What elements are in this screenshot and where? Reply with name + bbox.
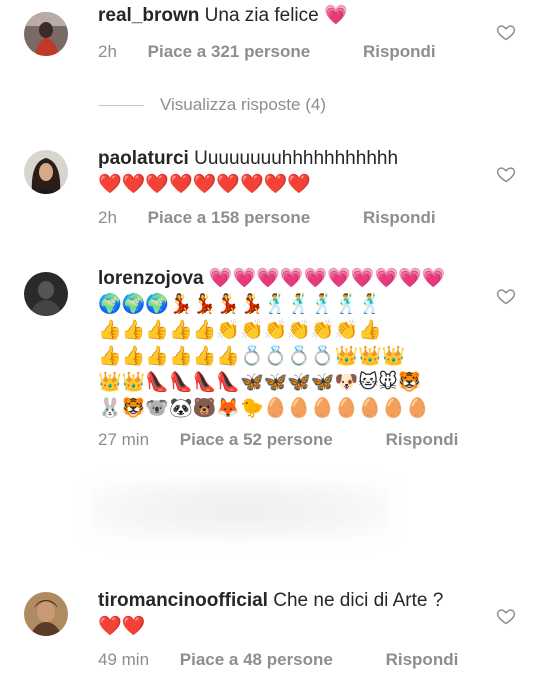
likes-count[interactable]: Piace a 52 persone [180, 430, 333, 450]
emoji-line: 👍👍👍👍👍👏👏👏👏👏👏👍 [98, 320, 382, 341]
likes-count[interactable]: Piace a 321 persone [148, 42, 311, 62]
comment-text: paolaturci Uuuuuuuuhhhhhhhhhhh [98, 146, 490, 172]
heart-outline-icon[interactable] [496, 164, 516, 184]
reply-button[interactable]: Rispondi [363, 42, 436, 62]
emoji-line: ❤️❤️❤️❤️❤️❤️❤️❤️❤️ [98, 174, 311, 195]
timestamp: 27 min [98, 430, 150, 449]
avatar[interactable] [24, 272, 68, 316]
comment-meta: 49 min Piace a 48 persone Rispondi [98, 650, 458, 670]
reply-button[interactable]: Rispondi [363, 208, 436, 228]
comment-body: Che ne dici di Arte ? [273, 590, 444, 611]
emoji-line: 🌍🌍🌍💃💃💃💃🕺🕺🕺🕺🕺 [98, 294, 382, 315]
reply-button[interactable]: Rispondi [386, 430, 459, 450]
comment-text: real_brown Una zia felice 💗 [98, 3, 490, 29]
comment-text: lorenzojova 💗💗💗💗💗💗💗💗💗💗 [98, 266, 490, 292]
reply-button[interactable]: Rispondi [386, 650, 459, 670]
comment-body: Uuuuuuuuhhhhhhhhhhh [194, 148, 399, 169]
emoji-line: 👑👑👠👠👠👠🦋🦋🦋🦋🐶🐱🐭🐯 [98, 372, 422, 393]
heart-outline-icon[interactable] [496, 22, 516, 42]
blurred-content [90, 480, 390, 540]
timestamp: 2h [98, 208, 117, 227]
divider [98, 105, 144, 107]
comment-meta: 2h Piace a 158 persone Rispondi [98, 208, 436, 228]
comment-meta: 2h Piace a 321 persone Rispondi [98, 42, 436, 62]
likes-count[interactable]: Piace a 48 persone [180, 650, 333, 670]
view-replies-link[interactable]: Visualizza risposte (4) [98, 95, 326, 115]
emoji-heart: 💗 [324, 5, 348, 26]
heart-outline-icon[interactable] [496, 606, 516, 626]
avatar[interactable] [24, 592, 68, 636]
username[interactable]: tiromancinoofficial [98, 590, 268, 611]
comment-text: tiromancinoofficial Che ne dici di Arte … [98, 588, 490, 614]
avatar[interactable] [24, 12, 68, 56]
likes-count[interactable]: Piace a 158 persone [148, 208, 311, 228]
username[interactable]: real_brown [98, 5, 199, 26]
comment-meta: 27 min Piace a 52 persone Rispondi [98, 430, 458, 450]
timestamp: 49 min [98, 650, 150, 669]
view-replies-label[interactable]: Visualizza risposte (4) [160, 95, 326, 114]
comment-body: Una zia felice [204, 5, 319, 26]
username[interactable]: paolaturci [98, 148, 189, 169]
emoji-line: ❤️❤️ [98, 616, 146, 637]
username[interactable]: lorenzojova [98, 268, 204, 289]
emoji-line: 👍👍👍👍👍👍💍💍💍💍👑👑👑 [98, 346, 406, 367]
heart-outline-icon[interactable] [496, 286, 516, 306]
emoji-line: 🐰🐯🐨🐼🐻🦊🐤🥚🥚🥚🥚🥚🥚🥚 [98, 398, 430, 419]
emoji-hearts: 💗💗💗💗💗💗💗💗💗💗 [208, 268, 446, 289]
timestamp: 2h [98, 42, 117, 61]
avatar[interactable] [24, 150, 68, 194]
